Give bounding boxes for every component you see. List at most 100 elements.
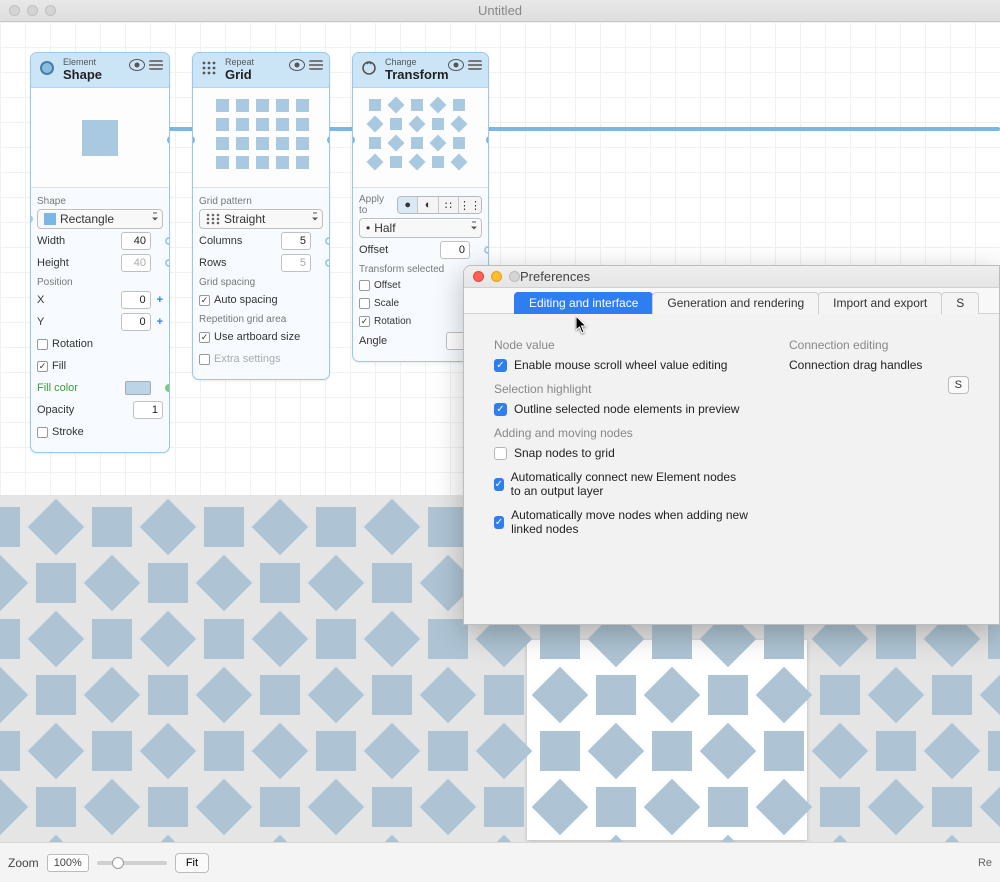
opacity-input[interactable]	[133, 401, 163, 419]
tab-editing-interface[interactable]: Editing and interface	[514, 292, 653, 314]
fillcolor-label: Fill color	[37, 382, 121, 394]
input-port[interactable]	[192, 136, 195, 144]
visibility-icon[interactable]	[289, 59, 305, 71]
autoconnect-checkbox[interactable]	[494, 478, 504, 491]
node-transform-preview	[353, 88, 488, 188]
width-input[interactable]	[121, 232, 151, 250]
bottom-toolbar: Zoom 100% Fit Re	[0, 842, 1000, 882]
stroke-label: Stroke	[52, 426, 163, 438]
autoconnect-label: Automatically connect new Element nodes …	[511, 470, 749, 498]
outline-label: Outline selected node elements in previe…	[514, 402, 739, 416]
zoom-label: Zoom	[8, 856, 39, 870]
visibility-icon[interactable]	[448, 59, 464, 71]
connection-option-button[interactable]: S	[948, 376, 969, 394]
t-scale-checkbox[interactable]	[359, 298, 370, 309]
columns-input[interactable]	[281, 232, 311, 250]
shape-select[interactable]: Rectangle	[37, 209, 163, 229]
preferences-window[interactable]: Preferences Editing and interface Genera…	[463, 265, 1000, 625]
outline-checkbox[interactable]	[494, 403, 507, 416]
traffic-max-icon[interactable]	[509, 271, 520, 282]
applyto-opt-icon[interactable]: ●	[398, 197, 418, 213]
applyto-opt-icon[interactable]: ⋮⋮	[459, 197, 481, 213]
node-grid[interactable]: Repeat Grid Grid pattern Straight	[192, 52, 330, 380]
node-menu-icon[interactable]	[468, 60, 482, 70]
extra-checkbox[interactable]	[199, 354, 210, 365]
prefs-title: Preferences	[520, 269, 590, 284]
area-section-label: Repetition grid area	[199, 314, 323, 325]
output-port[interactable]	[327, 136, 330, 144]
applyto-segment[interactable]: ● ◐ ∷ ⋮⋮	[397, 196, 482, 214]
zoom-value[interactable]: 100%	[47, 854, 89, 872]
prefs-traffic-lights	[473, 271, 520, 282]
output-port[interactable]	[486, 136, 489, 144]
wire-grid-to-transform[interactable]	[328, 127, 354, 131]
rows-input[interactable]	[281, 254, 311, 272]
tab-generation-rendering[interactable]: Generation and rendering	[652, 292, 819, 314]
tab-import-export[interactable]: Import and export	[818, 292, 942, 314]
height-input[interactable]	[121, 254, 151, 272]
traffic-close-icon[interactable]	[9, 5, 20, 16]
traffic-min-icon[interactable]	[491, 271, 502, 282]
applyto-opt-icon[interactable]: ◐	[418, 197, 438, 213]
node-menu-icon[interactable]	[149, 60, 163, 70]
rows-port[interactable]	[325, 259, 330, 267]
fillcolor-port[interactable]	[165, 384, 170, 392]
visibility-icon[interactable]	[129, 59, 145, 71]
wire-shape-to-grid[interactable]	[168, 127, 194, 131]
columns-port[interactable]	[325, 237, 330, 245]
input-port[interactable]	[30, 215, 33, 223]
opacity-label: Opacity	[37, 404, 129, 416]
node-grid-preview	[193, 88, 329, 188]
output-port[interactable]	[167, 136, 170, 144]
node-grid-header[interactable]: Repeat Grid	[193, 53, 329, 88]
scroll-checkbox[interactable]	[494, 359, 507, 372]
height-port[interactable]	[165, 259, 170, 267]
traffic-close-icon[interactable]	[473, 271, 484, 282]
wire-transform-out[interactable]	[486, 127, 1000, 131]
pattern-select[interactable]: Straight	[199, 209, 323, 229]
prefs-titlebar[interactable]: Preferences	[464, 266, 999, 288]
artboard-checkbox[interactable]	[199, 332, 210, 343]
y-input[interactable]	[121, 313, 151, 331]
offset-port[interactable]	[484, 246, 489, 254]
columns-label: Columns	[199, 235, 277, 247]
traffic-min-icon[interactable]	[27, 5, 38, 16]
color-swatch[interactable]	[125, 381, 151, 395]
y-label: Y	[37, 316, 117, 328]
fit-button[interactable]: Fit	[175, 853, 209, 873]
snap-label: Snap nodes to grid	[514, 446, 615, 460]
stroke-checkbox[interactable]	[37, 427, 48, 438]
window-title: Untitled	[0, 3, 1000, 18]
plus-icon[interactable]: +	[157, 294, 163, 306]
t-offset-checkbox[interactable]	[359, 280, 370, 291]
node-transform-header[interactable]: Change Transform	[353, 53, 488, 88]
offset-input[interactable]	[440, 241, 470, 259]
x-input[interactable]	[121, 291, 151, 309]
snap-checkbox[interactable]	[494, 447, 507, 460]
applyto-label: Apply to	[359, 194, 393, 216]
pattern-section-label: Grid pattern	[199, 196, 323, 207]
traffic-max-icon[interactable]	[45, 5, 56, 16]
input-port[interactable]	[352, 136, 355, 144]
zoom-slider[interactable]	[97, 861, 167, 865]
t-rotation-checkbox[interactable]	[359, 316, 370, 327]
artboard-label: Use artboard size	[214, 331, 323, 343]
rotation-checkbox[interactable]	[37, 339, 48, 350]
shape-icon	[37, 58, 57, 78]
square-icon	[44, 213, 56, 225]
node-menu-icon[interactable]	[309, 60, 323, 70]
extra-label: Extra settings	[214, 353, 323, 365]
node-shape-header[interactable]: Element Shape	[31, 53, 169, 88]
prefs-tabs: Editing and interface Generation and ren…	[464, 288, 999, 314]
automove-checkbox[interactable]	[494, 516, 504, 529]
plus-icon[interactable]: +	[157, 316, 163, 328]
dots-icon	[206, 213, 220, 225]
width-port[interactable]	[165, 237, 170, 245]
applyto-opt-icon[interactable]: ∷	[439, 197, 459, 213]
autospacing-checkbox[interactable]	[199, 295, 210, 306]
tab-more[interactable]: S	[941, 292, 979, 314]
fill-checkbox[interactable]	[37, 361, 48, 372]
node-shape[interactable]: Element Shape Shape Rectangle Width Heig…	[30, 52, 170, 453]
section-node-value: Node value	[494, 338, 749, 352]
applyto-select[interactable]: • Half	[359, 218, 482, 238]
